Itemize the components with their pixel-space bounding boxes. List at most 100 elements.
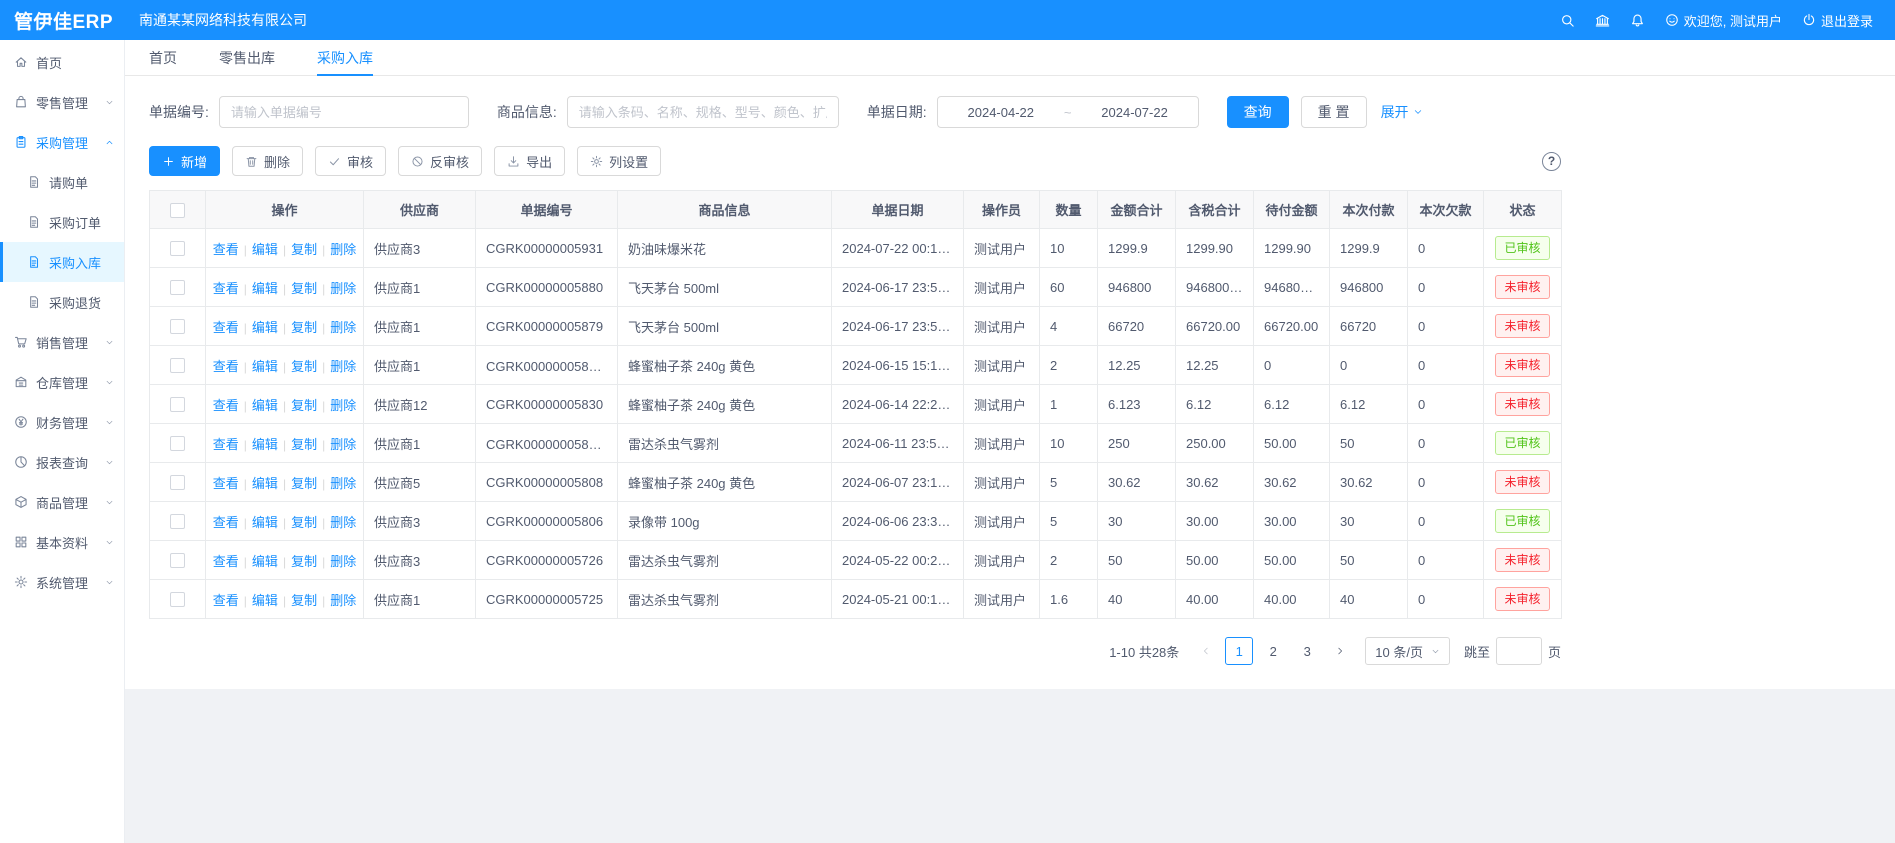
edit-link[interactable]: 编辑 — [252, 554, 278, 569]
delete-link[interactable]: 删除 — [330, 515, 356, 530]
column-header-bill-date: 单据日期 — [832, 191, 964, 229]
edit-link[interactable]: 编辑 — [252, 476, 278, 491]
date-range-input[interactable]: 2024-04-22 ~ 2024-07-22 — [937, 96, 1199, 128]
view-link[interactable]: 查看 — [213, 242, 239, 257]
unaudit-button[interactable]: 反审核 — [398, 146, 482, 176]
next-page-button[interactable] — [1327, 637, 1353, 665]
view-link[interactable]: 查看 — [213, 515, 239, 530]
view-link[interactable]: 查看 — [213, 593, 239, 608]
expand-toggle[interactable]: 展开 — [1381, 102, 1423, 122]
edit-link[interactable]: 编辑 — [252, 593, 278, 608]
help-icon[interactable]: ? — [1542, 152, 1561, 171]
bell-icon[interactable] — [1630, 13, 1645, 28]
logout-button[interactable]: 退出登录 — [1802, 11, 1873, 30]
view-link[interactable]: 查看 — [213, 476, 239, 491]
column-header-qty: 数量 — [1040, 191, 1098, 229]
copy-link[interactable]: 复制 — [291, 242, 317, 257]
copy-link[interactable]: 复制 — [291, 554, 317, 569]
tab-home[interactable]: 首页 — [149, 40, 177, 75]
bill-no-input[interactable] — [219, 96, 469, 128]
delete-link[interactable]: 删除 — [330, 281, 356, 296]
search-icon[interactable] — [1560, 13, 1575, 28]
sidebar-item-home[interactable]: 首页 — [0, 42, 124, 82]
sidebar-item-purchase-order[interactable]: 采购订单 — [0, 202, 124, 242]
delete-link[interactable]: 删除 — [330, 320, 356, 335]
copy-link[interactable]: 复制 — [291, 359, 317, 374]
row-checkbox[interactable] — [170, 319, 185, 334]
tab-retail-outbound[interactable]: 零售出库 — [219, 40, 275, 75]
edit-link[interactable]: 编辑 — [252, 515, 278, 530]
copy-link[interactable]: 复制 — [291, 320, 317, 335]
bank-icon[interactable] — [1595, 13, 1610, 28]
add-button[interactable]: 新增 — [149, 146, 220, 176]
welcome-user[interactable]: 欢迎您, 测试用户 — [1665, 11, 1782, 30]
column-settings-button[interactable]: 列设置 — [577, 146, 661, 176]
copy-link[interactable]: 复制 — [291, 398, 317, 413]
sidebar-item-purchase-request[interactable]: 请购单 — [0, 162, 124, 202]
copy-link[interactable]: 复制 — [291, 593, 317, 608]
row-checkbox[interactable] — [170, 241, 185, 256]
sidebar-item-warehouse[interactable]: 仓库管理 — [0, 362, 124, 402]
audit-button[interactable]: 审核 — [315, 146, 386, 176]
row-checkbox[interactable] — [170, 514, 185, 529]
row-checkbox[interactable] — [170, 397, 185, 412]
row-select-cell — [150, 268, 206, 307]
action-separator: | — [322, 399, 325, 413]
sidebar-item-goods[interactable]: 商品管理 — [0, 482, 124, 522]
sidebar-item-purchase[interactable]: 采购管理 — [0, 122, 124, 162]
delete-link[interactable]: 删除 — [330, 554, 356, 569]
prev-page-button[interactable] — [1193, 637, 1219, 665]
view-link[interactable]: 查看 — [213, 437, 239, 452]
sidebar-item-purchase-inbound[interactable]: 采购入库 — [0, 242, 124, 282]
delete-button[interactable]: 删除 — [232, 146, 303, 176]
sidebar-item-system[interactable]: 系统管理 — [0, 562, 124, 602]
view-link[interactable]: 查看 — [213, 398, 239, 413]
page-button-1[interactable]: 1 — [1225, 637, 1253, 665]
doc-icon — [27, 295, 41, 309]
delete-link[interactable]: 删除 — [330, 242, 356, 257]
export-button[interactable]: 导出 — [494, 146, 565, 176]
view-link[interactable]: 查看 — [213, 359, 239, 374]
sidebar-item-reports[interactable]: 报表查询 — [0, 442, 124, 482]
sidebar-item-sales[interactable]: 销售管理 — [0, 322, 124, 362]
date-from-value[interactable]: 2024-04-22 — [968, 105, 1035, 120]
edit-link[interactable]: 编辑 — [252, 242, 278, 257]
delete-link[interactable]: 删除 — [330, 359, 356, 374]
goods-input[interactable] — [567, 96, 839, 128]
copy-link[interactable]: 复制 — [291, 476, 317, 491]
view-link[interactable]: 查看 — [213, 320, 239, 335]
edit-link[interactable]: 编辑 — [252, 281, 278, 296]
page-size-select[interactable]: 10 条/页 — [1365, 637, 1450, 665]
row-checkbox[interactable] — [170, 280, 185, 295]
edit-link[interactable]: 编辑 — [252, 359, 278, 374]
row-checkbox[interactable] — [170, 592, 185, 607]
view-link[interactable]: 查看 — [213, 281, 239, 296]
delete-link[interactable]: 删除 — [330, 437, 356, 452]
delete-link[interactable]: 删除 — [330, 476, 356, 491]
search-button[interactable]: 查询 — [1227, 96, 1289, 128]
sidebar-item-basic-data[interactable]: 基本资料 — [0, 522, 124, 562]
row-checkbox[interactable] — [170, 358, 185, 373]
page-button-3[interactable]: 3 — [1293, 637, 1321, 665]
tab-purchase-inbound[interactable]: 采购入库 — [317, 40, 373, 75]
copy-link[interactable]: 复制 — [291, 515, 317, 530]
row-checkbox[interactable] — [170, 553, 185, 568]
jump-page-input[interactable] — [1496, 637, 1542, 665]
date-to-value[interactable]: 2024-07-22 — [1101, 105, 1168, 120]
copy-link[interactable]: 复制 — [291, 281, 317, 296]
sidebar-item-finance[interactable]: 财务管理 — [0, 402, 124, 442]
edit-link[interactable]: 编辑 — [252, 437, 278, 452]
page-button-2[interactable]: 2 — [1259, 637, 1287, 665]
sidebar-item-purchase-return[interactable]: 采购退货 — [0, 282, 124, 322]
edit-link[interactable]: 编辑 — [252, 320, 278, 335]
delete-link[interactable]: 删除 — [330, 593, 356, 608]
delete-link[interactable]: 删除 — [330, 398, 356, 413]
select-all-checkbox[interactable] — [170, 203, 185, 218]
copy-link[interactable]: 复制 — [291, 437, 317, 452]
sidebar-item-retail[interactable]: 零售管理 — [0, 82, 124, 122]
reset-button[interactable]: 重 置 — [1301, 96, 1367, 128]
row-checkbox[interactable] — [170, 436, 185, 451]
row-checkbox[interactable] — [170, 475, 185, 490]
edit-link[interactable]: 编辑 — [252, 398, 278, 413]
view-link[interactable]: 查看 — [213, 554, 239, 569]
